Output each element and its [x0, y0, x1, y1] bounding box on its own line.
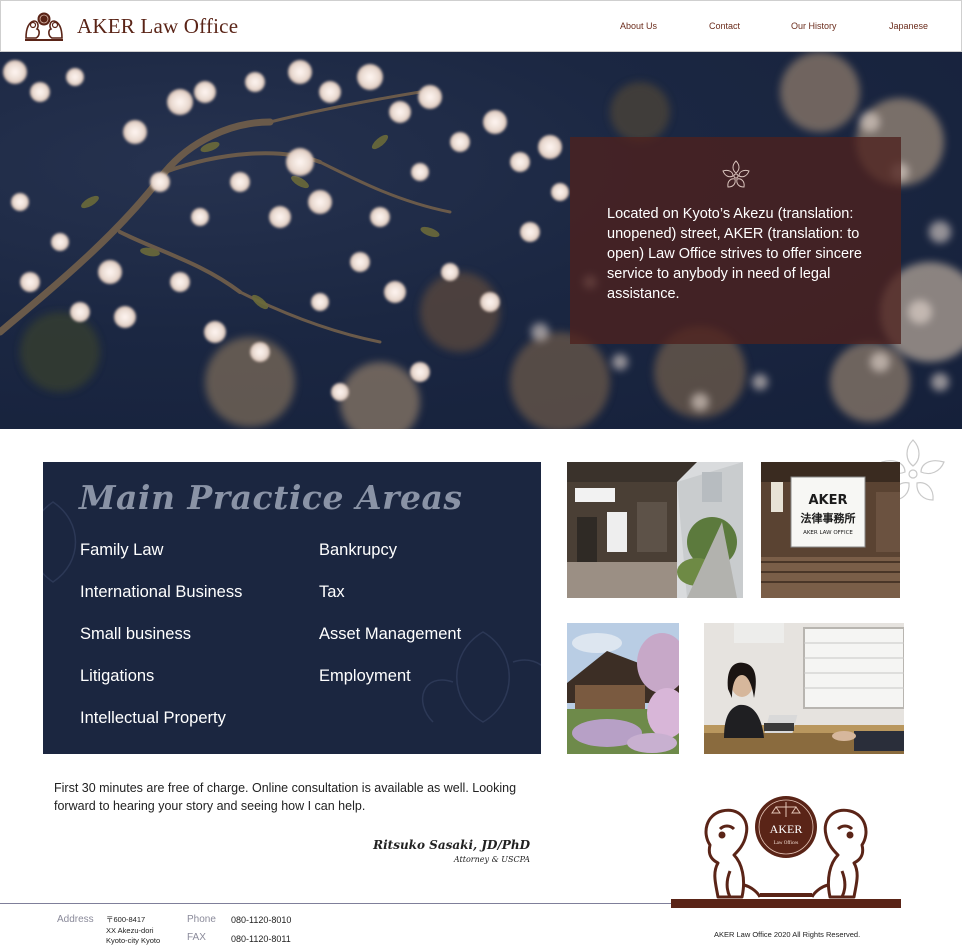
- fax-number: 080-1120-8011: [231, 934, 291, 944]
- hero-description: Located on Kyoto’s Akezu (translation: u…: [607, 206, 862, 302]
- street-photo: [567, 462, 743, 598]
- intro-text: First 30 minutes are free of charge. Onl…: [54, 781, 517, 813]
- practice-item: Small business: [80, 625, 191, 643]
- practice-item: Bankrupcy: [319, 541, 397, 559]
- footer-divider: [0, 903, 680, 904]
- logo-aker-text: AKER: [770, 822, 803, 836]
- practice-title: Main Practice Areas: [79, 478, 463, 517]
- phone-number[interactable]: 080-1120-8010: [231, 915, 291, 925]
- practice-item: Employment: [319, 667, 411, 685]
- sign-sub-text: AKER LAW OFFICE: [803, 530, 853, 536]
- fax-label: FAX: [187, 932, 206, 943]
- address-line: 〒600-8417: [106, 915, 146, 924]
- address-label: Address: [57, 914, 94, 925]
- attorney-title: Attorney & USCPA: [453, 855, 530, 864]
- sign-aker-text: AKER: [808, 493, 847, 508]
- address-line: XX Akezu-dori: [106, 926, 154, 935]
- sakura-flower-icon: [722, 160, 750, 188]
- lion-crest-logo-icon: AKER Law Offices: [704, 796, 868, 899]
- nav-contact[interactable]: Contact: [709, 21, 740, 31]
- hero-banner: Located on Kyoto’s Akezu (translation: u…: [0, 52, 962, 429]
- practice-item: Family Law: [80, 541, 164, 559]
- copyright: AKER Law Office 2020 All Rights Reserved…: [714, 930, 861, 939]
- attorney-photo: [704, 623, 904, 754]
- practice-item: Litigations: [80, 667, 155, 685]
- logo-sub-text: Law Offices: [774, 841, 799, 846]
- hero-text-box: Located on Kyoto’s Akezu (translation: u…: [570, 137, 901, 344]
- main-nav: About Us Contact Our History Japanese: [1, 21, 962, 35]
- attorney-signature: Ritsuko Sasaki, JD/PhD: [373, 838, 530, 852]
- temple-photo: [567, 623, 679, 754]
- phone-label: Phone: [187, 914, 216, 925]
- practice-item: Tax: [319, 583, 345, 601]
- nav-japanese[interactable]: Japanese: [889, 21, 928, 31]
- practice-item: Asset Management: [319, 625, 462, 643]
- nav-about-us[interactable]: About Us: [620, 21, 657, 31]
- practice-item: International Business: [80, 583, 243, 601]
- practice-areas-panel: Main Practice Areas Family Law Internati…: [43, 462, 541, 754]
- office-sign-photo: AKER 法律事務所 AKER LAW OFFICE: [761, 462, 900, 598]
- sign-kanji-text: 法律事務所: [801, 511, 856, 525]
- footer-accent-bar: [671, 899, 901, 908]
- site-header: AKER Law Office About Us Contact Our His…: [0, 0, 962, 52]
- address-line: Kyoto-city Kyoto: [106, 936, 161, 945]
- nav-our-history[interactable]: Our History: [791, 21, 837, 31]
- practice-item: Intellectual Property: [80, 709, 226, 727]
